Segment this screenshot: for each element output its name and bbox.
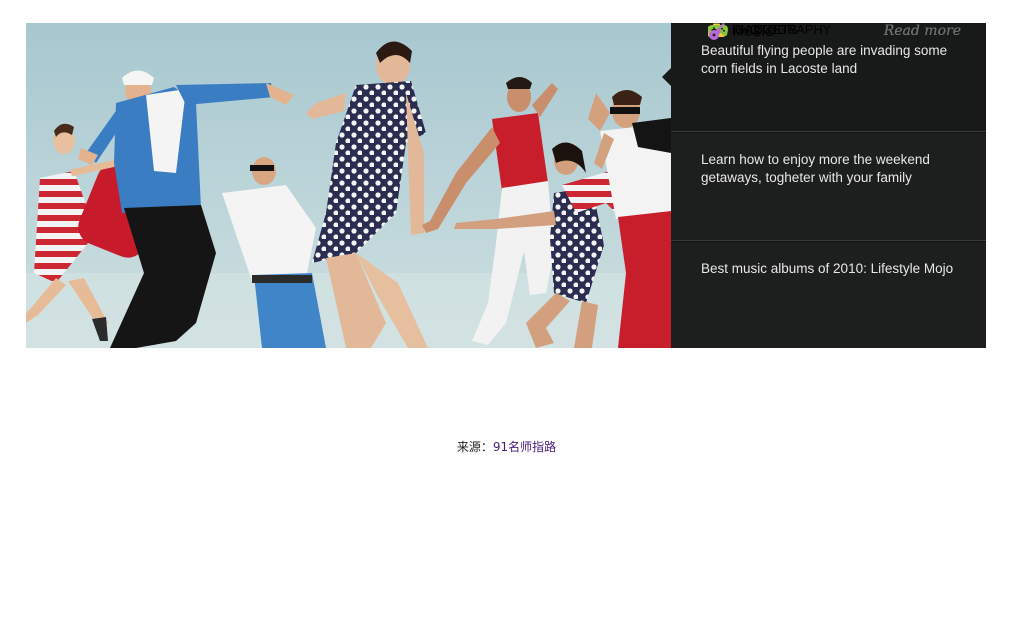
- headline-list: Beautiful flying people are invading som…: [662, 23, 986, 348]
- hero-photo-illustration: [26, 41, 671, 348]
- featured-slider: Beautiful flying people are invading som…: [26, 23, 986, 348]
- read-more-link[interactable]: Read more: [884, 23, 961, 39]
- headline-title[interactable]: Learn how to enjoy more the weekend geta…: [701, 151, 961, 187]
- headline-item-music[interactable]: Best music albums of 2010: Lifestyle Moj…: [671, 241, 986, 348]
- guitar-icon: [709, 23, 725, 40]
- source-line: 来源：91名师指路: [0, 438, 1013, 455]
- headline-title[interactable]: Beautiful flying people are invading som…: [701, 42, 961, 78]
- source-label: 来源：: [456, 440, 493, 454]
- category-music[interactable]: MUSIC: [708, 23, 774, 41]
- category-label: MUSIC: [733, 25, 775, 39]
- hero-image[interactable]: [26, 23, 671, 348]
- source-link[interactable]: 91名师指路: [493, 440, 556, 454]
- active-pointer: [662, 67, 672, 87]
- headline-title[interactable]: Best music albums of 2010: Lifestyle Moj…: [701, 260, 961, 278]
- headline-item-gadgets[interactable]: Learn how to enjoy more the weekend geta…: [671, 132, 986, 241]
